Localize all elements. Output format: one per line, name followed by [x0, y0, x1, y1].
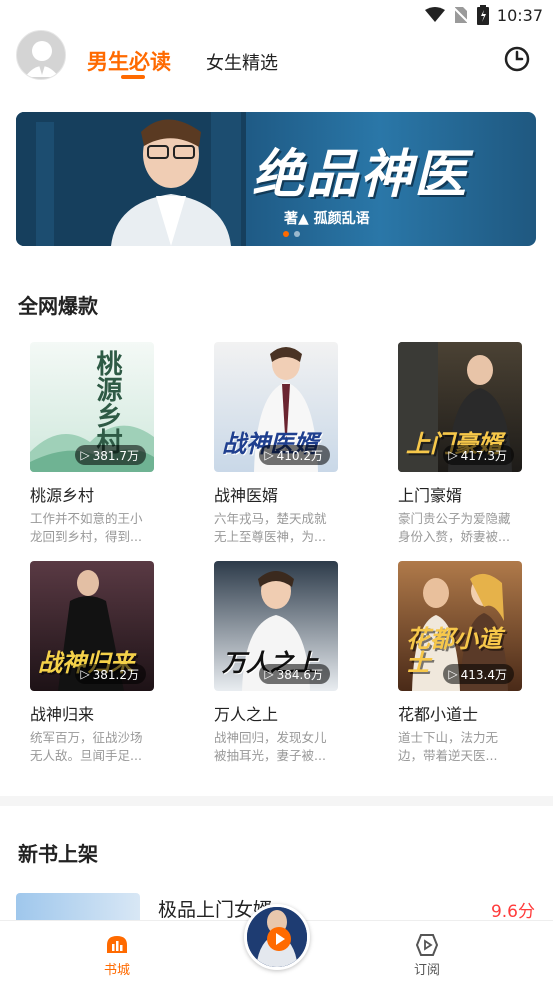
play-triangle-icon	[276, 933, 285, 945]
play-count-badge: ▷ 410.2万	[259, 445, 330, 465]
banner-pagination	[283, 231, 300, 237]
battery-icon	[476, 5, 489, 25]
play-count-badge: ▷ 381.7万	[75, 445, 146, 465]
book-card[interactable]: 战神医婿 ▷ 410.2万 战神医婿 六年戎马，楚天成就无上至尊医神，为...	[214, 342, 364, 544]
new-book-score: 9.6分	[490, 902, 535, 922]
nav-subscribe-label: 订阅	[414, 963, 441, 978]
tab-male-must-read[interactable]: 男生必读	[87, 46, 171, 76]
play-icon: ▷	[448, 667, 458, 681]
play-icon: ▷	[264, 667, 274, 681]
book-description: 豪门贵公子为爱隐藏身份入赘，娇妻被...	[398, 511, 511, 544]
book-cover: 战神归来 ▷ 381.2万	[30, 561, 154, 691]
play-count-badge: ▷ 384.6万	[259, 664, 330, 684]
book-title: 万人之上	[214, 705, 279, 724]
top-header: 男生必读 女生精选	[0, 28, 553, 90]
banner-dot-active	[283, 231, 289, 237]
nav-subscribe[interactable]: 订阅	[414, 933, 440, 978]
book-card[interactable]: 战神归来 ▷ 381.2万 战神归来 统军百万，征战沙场无人敌。旦闻手足...	[30, 561, 180, 763]
play-icon: ▷	[80, 448, 90, 462]
play-count: 381.2万	[92, 667, 139, 682]
book-description: 道士下山，法力无边，带着逆天医...	[398, 730, 499, 763]
book-title: 花都小道士	[398, 705, 479, 724]
play-count-badge: ▷ 381.2万	[75, 664, 146, 684]
book-cover: 上门豪婿 ▷ 417.3万	[398, 342, 522, 472]
book-description: 统军百万，征战沙场无人敌。旦闻手足...	[30, 730, 143, 763]
book-card[interactable]: 上门豪婿 ▷ 417.3万 上门豪婿 豪门贵公子为爱隐藏身份入赘，娇妻被...	[398, 342, 548, 544]
section-title-new: 新书上架	[18, 842, 98, 866]
avatar-icon	[25, 41, 59, 77]
book-cover: 桃源乡村 ▷ 381.7万	[30, 342, 154, 472]
cover-title: 桃源乡村	[92, 350, 122, 454]
status-time: 10:37	[496, 5, 543, 25]
play-icon	[267, 927, 291, 951]
banner-author: 著▲ 孤颜乱语	[284, 211, 370, 227]
play-icon: ▷	[448, 448, 458, 462]
section-divider	[0, 796, 553, 806]
banner-character-illustration	[16, 112, 246, 246]
wifi-icon	[424, 7, 445, 22]
book-title: 战神归来	[30, 705, 95, 724]
play-icon: ▷	[80, 667, 90, 681]
play-count-badge: ▷ 413.4万	[443, 664, 514, 684]
book-title: 战神医婿	[214, 486, 279, 505]
promo-banner[interactable]: 绝品神医 著▲ 孤颜乱语	[16, 112, 536, 246]
nav-bookstore-label: 书城	[104, 963, 131, 978]
play-count-badge: ▷ 417.3万	[443, 445, 514, 465]
user-avatar[interactable]	[16, 30, 66, 80]
book-card[interactable]: 桃源乡村 ▷ 381.7万 桃源乡村 工作并不如意的王小龙回到乡村，得到...	[30, 342, 180, 544]
banner-dot	[294, 231, 300, 237]
status-icons: 10:37	[424, 5, 543, 25]
banner-title: 绝品神医	[252, 145, 469, 205]
book-card[interactable]: 万人之上 ▷ 384.6万 万人之上 战神回归，发现女儿被抽耳光，妻子被...	[214, 561, 364, 763]
no-sim-icon	[453, 7, 469, 23]
bookstore-icon	[107, 936, 127, 953]
section-title-hot: 全网爆款	[18, 294, 98, 318]
play-count: 413.4万	[460, 667, 507, 682]
book-title: 上门豪婿	[398, 486, 463, 505]
book-title: 桃源乡村	[30, 486, 95, 505]
book-cover: 战神医婿 ▷ 410.2万	[214, 342, 338, 472]
subscribe-icon	[415, 934, 439, 956]
play-count: 410.2万	[276, 448, 323, 463]
play-icon: ▷	[264, 448, 274, 462]
play-count: 417.3万	[460, 448, 507, 463]
book-cover: 花都小道士 ▷ 413.4万	[398, 561, 522, 691]
tab-female-selection[interactable]: 女生精选	[206, 49, 278, 75]
now-playing-button[interactable]	[244, 904, 310, 970]
play-count: 384.6万	[276, 667, 323, 682]
history-clock-icon[interactable]	[503, 45, 531, 73]
book-card[interactable]: 花都小道士 ▷ 413.4万 花都小道士 道士下山，法力无边，带着逆天医...	[398, 561, 548, 763]
nav-bookstore[interactable]: 书城	[104, 933, 130, 978]
book-cover: 万人之上 ▷ 384.6万	[214, 561, 338, 691]
active-tab-indicator	[121, 75, 145, 79]
book-description: 工作并不如意的王小龙回到乡村，得到...	[30, 511, 143, 544]
book-description: 六年戎马，楚天成就无上至尊医神，为...	[214, 511, 327, 544]
play-count: 381.7万	[92, 448, 139, 463]
book-description: 战神回归，发现女儿被抽耳光，妻子被...	[214, 730, 327, 763]
